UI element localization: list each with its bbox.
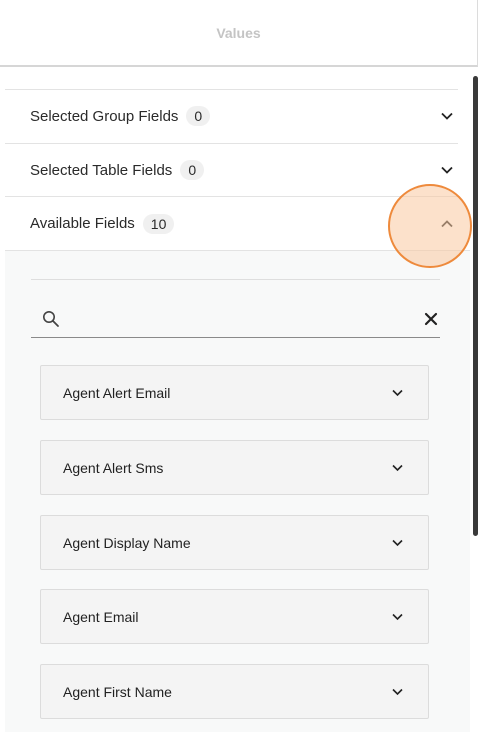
field-item-label: Agent Email [63,608,139,625]
search-input[interactable] [67,303,424,335]
accordion-available-fields[interactable]: Available Fields 10 [5,196,458,250]
search-icon [41,309,61,329]
available-fields-label: Available Fields [30,215,135,232]
field-search [31,301,440,338]
chevron-down-icon[interactable] [440,163,454,177]
accordion-selected-group-fields[interactable]: Selected Group Fields 0 [5,89,458,142]
field-item-agent-first-name[interactable]: Agent First Name [40,664,429,719]
scrollbar-thumb[interactable] [473,76,478,536]
available-fields-body: Agent Alert Email Agent Alert Sms Agent … [5,250,470,732]
selected-group-fields-count: 0 [186,106,211,126]
chevron-down-icon[interactable] [391,685,404,698]
divider [31,279,440,280]
field-item-agent-email[interactable]: Agent Email [40,589,429,644]
values-tab-title: Values [216,24,261,41]
chevron-up-icon[interactable] [440,217,454,231]
chevron-down-icon[interactable] [391,610,404,623]
field-item-agent-alert-email[interactable]: Agent Alert Email [40,365,429,420]
selected-group-fields-label: Selected Group Fields [30,107,179,125]
field-item-label: Agent Display Name [63,534,191,551]
available-fields-count: 10 [142,213,175,234]
selected-table-fields-count: 0 [180,160,205,180]
values-tab-header[interactable]: Values [0,0,478,67]
selected-table-fields-label: Selected Table Fields [30,161,173,179]
field-item-label: Agent Alert Email [63,384,171,401]
accordion-selected-table-fields[interactable]: Selected Table Fields 0 [5,143,458,196]
chevron-down-icon[interactable] [440,109,454,123]
field-item-label: Agent Alert Sms [63,459,164,476]
chevron-down-icon[interactable] [391,536,404,549]
field-item-agent-display-name[interactable]: Agent Display Name [40,515,429,570]
chevron-down-icon[interactable] [391,386,404,399]
chevron-down-icon[interactable] [391,461,404,474]
close-icon[interactable] [424,312,438,326]
field-item-label: Agent First Name [63,683,172,700]
field-item-agent-alert-sms[interactable]: Agent Alert Sms [40,440,429,495]
